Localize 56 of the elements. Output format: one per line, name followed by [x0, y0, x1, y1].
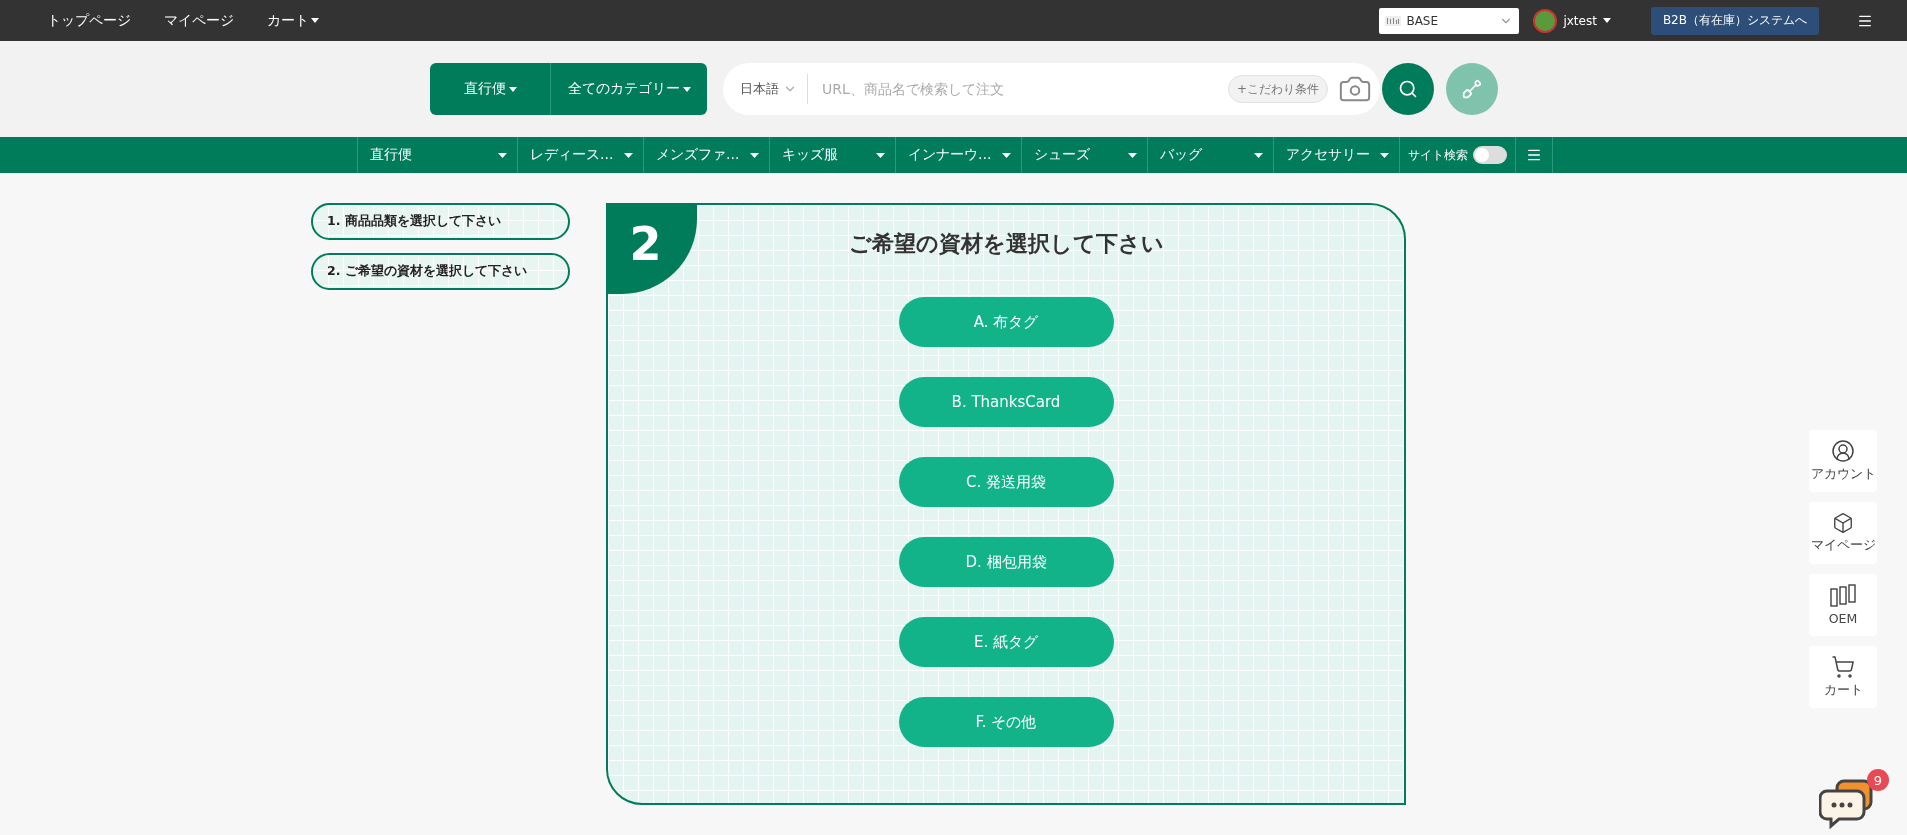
side-shortcut-button[interactable]: マイページ — [1809, 502, 1877, 564]
user-icon — [1831, 439, 1855, 463]
filter-chip[interactable]: +こだわり条件 — [1227, 75, 1328, 103]
material-option-button[interactable]: A. 布タグ — [898, 297, 1114, 347]
caret-icon — [682, 86, 691, 92]
caret-icon — [1128, 152, 1137, 158]
side-shortcut-button[interactable]: アカウント — [1809, 430, 1877, 492]
material-option-button[interactable]: B. ThanksCard — [898, 377, 1114, 427]
category-nav-item[interactable]: メンズファ... — [643, 137, 769, 173]
panel-title: ご希望の資材を選択して下さい — [848, 230, 1164, 258]
caret-icon — [876, 152, 885, 158]
panels-icon — [1830, 584, 1856, 608]
material-option-button[interactable]: C. 発送用袋 — [898, 457, 1114, 507]
category-nav-item[interactable]: キッズ服 — [769, 137, 895, 173]
b2b-system-button[interactable]: B2B（有在庫）システムへ — [1650, 6, 1819, 35]
category-nav-item[interactable]: シューズ — [1021, 137, 1147, 173]
category-nav-item[interactable]: インナーウ... — [895, 137, 1021, 173]
caret-icon — [1602, 18, 1611, 23]
avatar — [1533, 8, 1558, 33]
search-icon — [1398, 79, 1418, 99]
caret-icon — [750, 152, 759, 158]
caret-icon — [498, 152, 507, 158]
flag-icon — [1385, 15, 1402, 26]
top-nav-link[interactable]: トップページ — [47, 11, 131, 30]
material-option-button[interactable]: E. 紙タグ — [898, 617, 1114, 667]
notification-badge: 9 — [1867, 769, 1889, 791]
user-menu[interactable]: jxtest — [1533, 8, 1611, 33]
caret-icon — [1254, 152, 1263, 158]
cart-icon — [1831, 655, 1855, 679]
material-option-button[interactable]: F. その他 — [898, 697, 1114, 747]
site-search-toggle[interactable] — [1473, 146, 1507, 164]
category-nav-item[interactable]: 直行便 — [357, 137, 517, 173]
top-nav-link[interactable]: マイページ — [164, 11, 234, 30]
step-link[interactable]: 2. ご希望の資材を選択して下さい — [311, 253, 570, 290]
site-search-label: サイト検索 — [1408, 146, 1468, 164]
category-dropdown[interactable]: 全てのカテゴリー — [550, 63, 707, 115]
step-number: 2 — [606, 203, 697, 294]
top-nav-link[interactable]: カート — [267, 11, 319, 30]
region-select[interactable]: BASE — [1379, 7, 1520, 34]
category-nav-item[interactable]: アクセサリー — [1273, 137, 1399, 173]
side-shortcut-button[interactable]: カート — [1809, 646, 1877, 708]
material-option-button[interactable]: D. 梱包用袋 — [898, 537, 1114, 587]
caret-icon — [1380, 152, 1389, 158]
search-field[interactable]: 日本語 URL、商品名で検索して注文 +こだわり条件 — [723, 63, 1380, 115]
caret-icon — [1002, 152, 1011, 158]
shovel-icon — [1462, 79, 1482, 99]
box-icon — [1832, 512, 1854, 534]
side-shortcut-button[interactable]: OEM — [1809, 574, 1877, 636]
step-link[interactable]: 1. 商品品類を選択して下さい — [311, 203, 570, 240]
caret-icon — [311, 18, 319, 23]
search-button[interactable] — [1382, 63, 1434, 115]
category-nav-item[interactable]: バッグ — [1147, 137, 1273, 173]
category-nav-item[interactable]: レディース... — [517, 137, 643, 173]
shipping-dropdown[interactable]: 直行便 — [430, 63, 550, 115]
caret-icon — [508, 86, 517, 92]
caret-icon — [624, 152, 633, 158]
